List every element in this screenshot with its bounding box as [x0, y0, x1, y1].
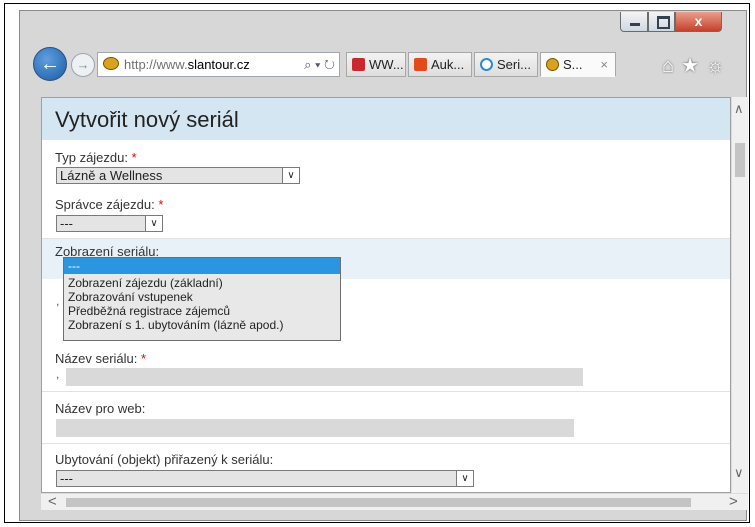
- chevron-down-icon: ∨: [282, 168, 299, 183]
- row-divider: [42, 391, 730, 392]
- site-favicon-icon: [103, 57, 119, 70]
- spravce-value: ---: [60, 216, 73, 231]
- typ-zajezdu-value: Lázně a Wellness: [60, 168, 163, 183]
- forward-arrow-icon: →: [76, 57, 90, 72]
- scroll-up-icon[interactable]: ∧: [734, 101, 744, 117]
- dropdown-option[interactable]: Předběžná registrace zájemců: [64, 304, 340, 318]
- ie-tab-icon: [480, 58, 493, 71]
- spravce-label: Správce zájezdu: *: [55, 197, 164, 212]
- ubytovani-label: Ubytování (objekt) přiřazený k seriálu:: [55, 452, 274, 467]
- tab-ww[interactable]: WW...: [346, 52, 406, 77]
- dropdown-option[interactable]: Zobrazování vstupenek: [64, 290, 340, 304]
- close-window-button[interactable]: x: [675, 12, 722, 32]
- stray-comma: ,: [56, 367, 60, 381]
- tab-label: Auk...: [431, 57, 465, 72]
- ubytovani-select[interactable]: --- ∨: [56, 470, 474, 487]
- back-arrow-icon: ←: [40, 53, 60, 75]
- page-title: Vytvořit nový seriál: [42, 98, 730, 140]
- dropdown-option[interactable]: Zobrazení s 1. ubytováním (lázně apod.): [64, 318, 340, 332]
- home-favorites-settings-icons[interactable]: ⌂★☼: [662, 53, 731, 78]
- nazev-serialu-input[interactable]: [66, 368, 583, 386]
- scroll-right-icon[interactable]: >: [729, 494, 738, 510]
- zobrazeni-dropdown-list[interactable]: --- Zobrazení zájezdu (základní) Zobrazo…: [63, 257, 341, 341]
- typ-zajezdu-select[interactable]: Lázně a Wellness ∨: [56, 167, 300, 184]
- stray-comma: ,: [56, 294, 60, 308]
- address-prefix: http://www.: [124, 57, 188, 72]
- chevron-down-icon: ∨: [145, 216, 162, 231]
- horizontal-scroll-thumb[interactable]: [66, 498, 691, 507]
- vertical-scrollbar[interactable]: ∧ ∨: [731, 97, 748, 493]
- forward-button[interactable]: →: [71, 53, 95, 77]
- tab-label: WW...: [369, 57, 404, 72]
- tab-label: Seri...: [497, 57, 531, 72]
- back-button[interactable]: ←: [33, 47, 67, 81]
- chevron-down-icon: ∨: [456, 471, 473, 486]
- required-marker: *: [158, 197, 164, 212]
- dropdown-option[interactable]: ---: [64, 258, 340, 274]
- nazev-pro-web-input[interactable]: [56, 419, 574, 437]
- tab-favicon-icon: [352, 58, 365, 71]
- close-icon: x: [694, 13, 703, 29]
- screenshot-frame: x ← → http://www.slantour.cz ⌕ ▾ ↻ WW...…: [4, 3, 750, 523]
- horizontal-scrollbar[interactable]: < >: [41, 493, 748, 510]
- typ-zajezdu-label: Typ zájezdu: *: [55, 150, 137, 165]
- browser-window: x ← → http://www.slantour.cz ⌕ ▾ ↻ WW...…: [19, 10, 748, 521]
- nazev-serialu-label: Název seriálu: *: [55, 351, 147, 366]
- row-divider: [42, 443, 730, 444]
- maximize-button[interactable]: [648, 12, 675, 32]
- tab-seri[interactable]: Seri...: [474, 52, 538, 77]
- minimize-button[interactable]: [620, 12, 648, 32]
- page-viewport: Vytvořit nový seriál Typ zájezdu: * Lázn…: [41, 97, 731, 493]
- maximize-icon: [657, 16, 670, 29]
- dropdown-option[interactable]: Zobrazení zájezdu (základní): [64, 276, 340, 290]
- scroll-left-icon[interactable]: <: [48, 494, 57, 510]
- address-bar[interactable]: http://www.slantour.cz ⌕ ▾ ↻: [97, 52, 340, 77]
- address-domain: slantour.cz: [187, 57, 250, 72]
- tab-favicon-icon: [546, 58, 559, 71]
- required-marker: *: [131, 150, 137, 165]
- ubytovani-value: ---: [60, 471, 73, 486]
- minimize-icon: [630, 23, 640, 26]
- nazev-pro-web-label: Název pro web:: [55, 401, 146, 416]
- address-tools-icon[interactable]: ⌕ ▾ ↻: [304, 53, 335, 76]
- tab-favicon-icon: [414, 58, 427, 71]
- tab-auk[interactable]: Auk...: [408, 52, 472, 77]
- vertical-scroll-thumb[interactable]: [735, 143, 745, 177]
- scroll-down-icon[interactable]: ∨: [734, 465, 744, 481]
- tab-close-icon[interactable]: ×: [600, 53, 608, 76]
- spravce-select[interactable]: --- ∨: [56, 215, 163, 232]
- tab-label: S...: [563, 57, 583, 72]
- tab-s-active[interactable]: S... ×: [540, 52, 616, 77]
- required-marker: *: [141, 351, 147, 366]
